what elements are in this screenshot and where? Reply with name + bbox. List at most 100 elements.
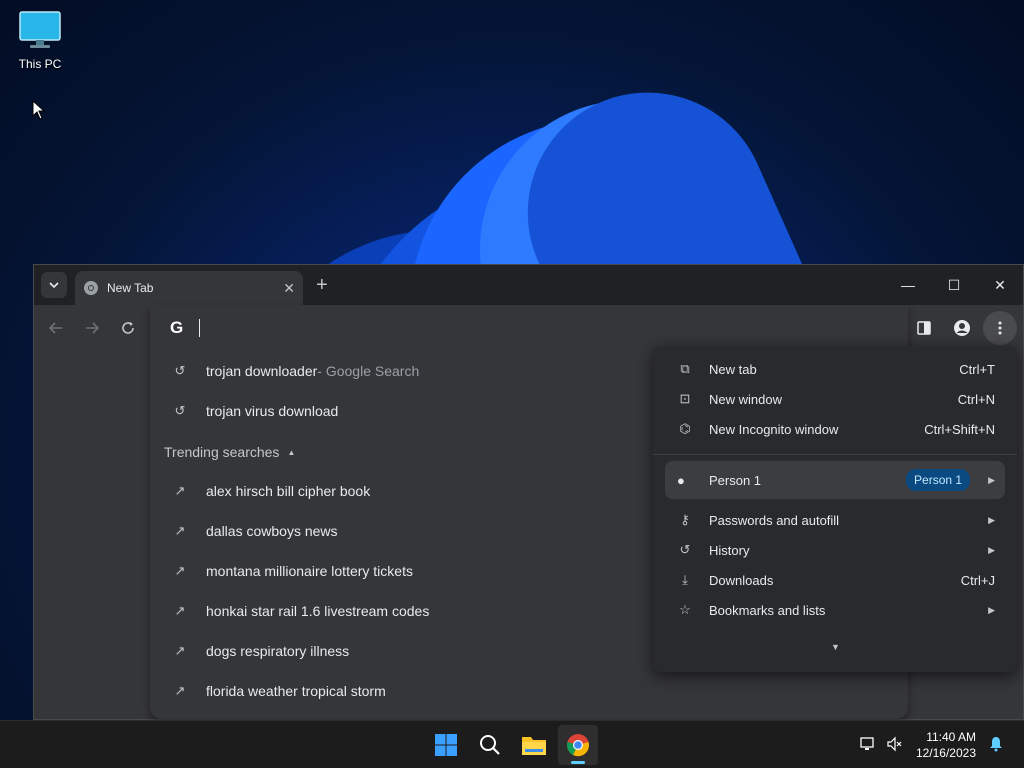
suggestion-text: trojan downloader bbox=[206, 363, 318, 379]
person-icon: ● bbox=[677, 472, 685, 488]
trending-header-label: Trending searches bbox=[164, 444, 280, 460]
tab-close-icon[interactable]: ✕ bbox=[283, 280, 295, 297]
menu-divider bbox=[653, 454, 1017, 455]
submenu-arrow-icon: ▶ bbox=[988, 544, 995, 555]
window-controls: — ☐ ✕ bbox=[885, 265, 1023, 305]
download-icon: ⤓ bbox=[682, 572, 688, 587]
menu-item-passwords[interactable]: ⚷ Passwords and autofill ▶ bbox=[653, 505, 1017, 535]
suggestion-trending[interactable]: ↗ florida weather tropical storm bbox=[150, 671, 908, 711]
windows-logo-icon bbox=[435, 734, 457, 756]
suggestion-text: trojan virus download bbox=[206, 403, 339, 419]
menu-item-shortcut: Ctrl+Shift+N bbox=[924, 421, 995, 437]
wallpaper-bloom bbox=[200, 80, 840, 280]
menu-item-new-incognito[interactable]: ⌬ New Incognito window Ctrl+Shift+N bbox=[653, 414, 1017, 444]
clock-date: 12/16/2023 bbox=[915, 746, 976, 760]
taskbar: 11:40 AM 12/16/2023 bbox=[0, 720, 1024, 768]
menu-scroll-down-icon[interactable]: ▼ bbox=[831, 642, 840, 652]
incognito-icon: ⌬ bbox=[679, 421, 691, 436]
profile-button[interactable] bbox=[945, 311, 979, 345]
menu-item-history[interactable]: ↺ History ▶ bbox=[653, 535, 1017, 565]
menu-item-shortcut: Ctrl+N bbox=[957, 391, 995, 407]
mouse-cursor-icon bbox=[32, 100, 46, 120]
suggestion-suffix: - Google Search bbox=[317, 363, 420, 379]
maximize-button[interactable]: ☐ bbox=[931, 265, 977, 305]
trending-up-icon: ↗ bbox=[174, 603, 186, 618]
menu-item-new-window[interactable]: ⊡ New window Ctrl+N bbox=[653, 384, 1017, 414]
side-panel-button[interactable] bbox=[907, 311, 941, 345]
menu-item-downloads[interactable]: ⤓ Downloads Ctrl+J bbox=[653, 565, 1017, 595]
network-icon[interactable] bbox=[860, 736, 876, 755]
menu-item-shortcut: Ctrl+T bbox=[959, 361, 995, 377]
google-logo-icon: G bbox=[170, 318, 184, 337]
chrome-app-menu: ⧉ New tab Ctrl+T ⊡ New window Ctrl+N ⌬ N… bbox=[653, 346, 1017, 672]
new-window-icon: ⊡ bbox=[679, 391, 691, 406]
omnibox-input[interactable]: G bbox=[150, 305, 908, 351]
history-icon: ↺ bbox=[679, 542, 691, 557]
tab-strip: New Tab ✕ + — ☐ ✕ bbox=[34, 265, 1023, 305]
menu-item-label: New tab bbox=[709, 361, 757, 377]
submenu-arrow-icon: ▶ bbox=[988, 604, 995, 615]
menu-item-label: Bookmarks and lists bbox=[709, 602, 826, 618]
trending-up-icon: ↗ bbox=[174, 483, 186, 498]
reload-button[interactable] bbox=[110, 310, 146, 346]
monitor-icon bbox=[19, 11, 61, 48]
new-tab-button[interactable]: + bbox=[316, 274, 328, 297]
toolbar-right-group bbox=[907, 311, 1017, 345]
side-panel-icon bbox=[917, 321, 931, 335]
menu-item-person[interactable]: ● Person 1 Person 1 ▶ bbox=[665, 461, 1005, 499]
arrow-right-icon bbox=[86, 322, 99, 334]
trending-header[interactable]: Trending searches ▲ bbox=[164, 437, 295, 467]
search-icon bbox=[480, 735, 500, 755]
close-window-button[interactable]: ✕ bbox=[977, 265, 1023, 305]
new-tab-icon: ⧉ bbox=[680, 361, 690, 376]
suggestion-text: dogs respiratory illness bbox=[206, 643, 350, 659]
menu-item-label: New Incognito window bbox=[709, 421, 839, 437]
suggestion-text: montana millionaire lottery tickets bbox=[206, 563, 413, 579]
arrow-left-icon bbox=[49, 322, 62, 334]
trending-up-icon: ↗ bbox=[174, 643, 186, 658]
desktop-icon-label: This PC bbox=[18, 57, 62, 71]
system-tray: 11:40 AM 12/16/2023 bbox=[860, 721, 1024, 768]
trending-up-icon: ↗ bbox=[174, 683, 186, 698]
suggestion-text: florida weather tropical storm bbox=[206, 683, 386, 699]
clock-time: 11:40 AM bbox=[926, 730, 976, 744]
chrome-taskbar-button[interactable] bbox=[558, 725, 598, 765]
trending-up-icon: ↗ bbox=[174, 523, 186, 538]
star-icon: ☆ bbox=[679, 602, 691, 617]
file-explorer-button[interactable] bbox=[514, 725, 554, 765]
volume-muted-icon[interactable] bbox=[886, 736, 902, 755]
folder-icon bbox=[522, 737, 546, 755]
profile-badge: Person 1 bbox=[906, 469, 971, 491]
kebab-menu-icon bbox=[998, 321, 1002, 335]
search-button[interactable] bbox=[470, 725, 510, 765]
caret-up-icon: ▲ bbox=[287, 447, 296, 457]
back-button[interactable] bbox=[38, 310, 74, 346]
text-caret bbox=[199, 319, 201, 337]
suggestion-text: dallas cowboys news bbox=[206, 523, 338, 539]
menu-item-label: Person 1 bbox=[709, 472, 762, 488]
reload-icon bbox=[122, 322, 134, 334]
history-icon: ↺ bbox=[174, 363, 186, 378]
desktop-icon-this-pc[interactable]: This PC bbox=[12, 10, 68, 71]
start-button[interactable] bbox=[426, 725, 466, 765]
menu-item-label: New window bbox=[709, 391, 782, 407]
chrome-logo-icon bbox=[567, 734, 589, 757]
system-clock[interactable]: 11:40 AM 12/16/2023 bbox=[916, 729, 976, 761]
notification-bell-icon[interactable] bbox=[988, 736, 1004, 755]
menu-item-label: Passwords and autofill bbox=[709, 512, 840, 528]
menu-item-new-tab[interactable]: ⧉ New tab Ctrl+T bbox=[653, 354, 1017, 384]
forward-button[interactable] bbox=[74, 310, 110, 346]
chrome-menu-button[interactable] bbox=[983, 311, 1017, 345]
tab-title: New Tab bbox=[107, 281, 154, 295]
suggestion-text: honkai star rail 1.6 livestream codes bbox=[206, 603, 430, 619]
tab-new-tab[interactable]: New Tab ✕ bbox=[75, 271, 303, 305]
minimize-button[interactable]: — bbox=[885, 265, 931, 305]
menu-item-label: History bbox=[709, 542, 750, 558]
tab-search-button[interactable] bbox=[41, 272, 67, 298]
chevron-down-icon bbox=[49, 282, 59, 289]
suggestion-text: alex hirsch bill cipher book bbox=[206, 483, 371, 499]
submenu-arrow-icon: ▶ bbox=[988, 474, 995, 485]
menu-item-bookmarks[interactable]: ☆ Bookmarks and lists ▶ bbox=[653, 595, 1017, 625]
key-icon: ⚷ bbox=[680, 512, 690, 527]
menu-item-shortcut: Ctrl+J bbox=[960, 572, 995, 588]
